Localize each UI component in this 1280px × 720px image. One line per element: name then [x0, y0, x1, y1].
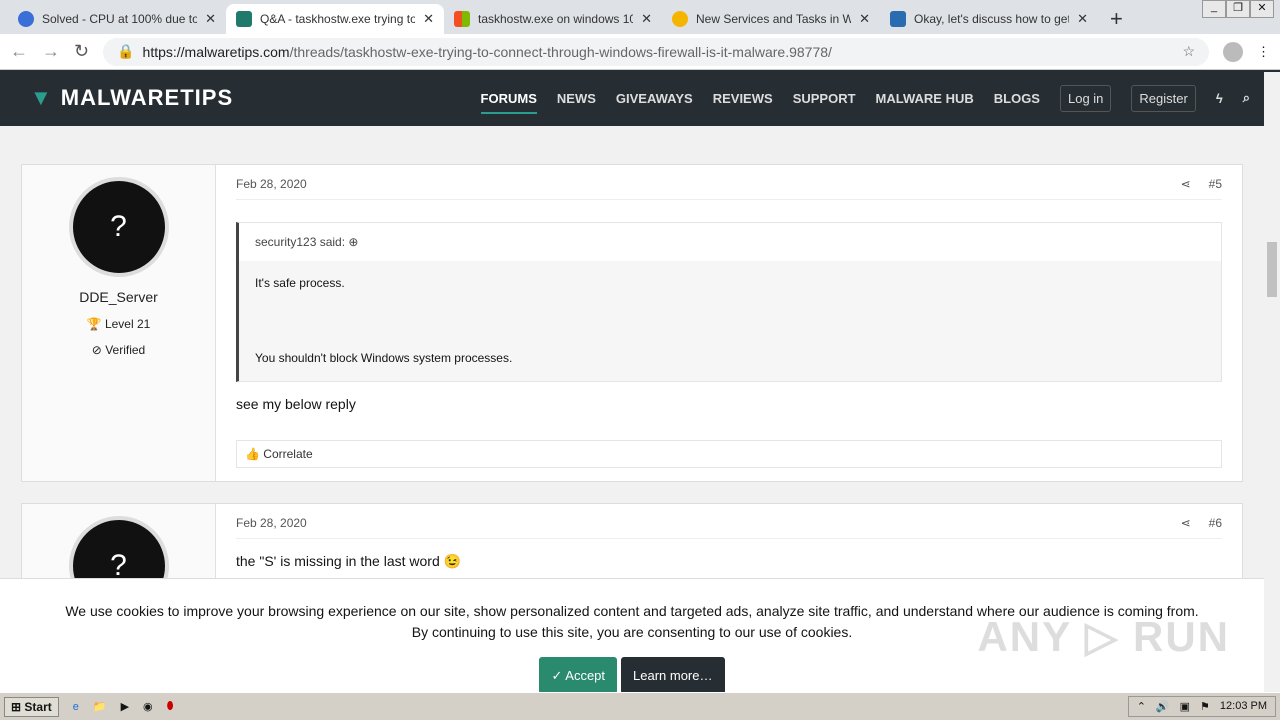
forward-icon[interactable]: →: [42, 41, 60, 62]
reaction-bar[interactable]: 👍 Correlate: [236, 439, 1222, 468]
back-icon[interactable]: ←: [10, 41, 28, 62]
share-icon[interactable]: ⋖: [1181, 516, 1191, 530]
star-icon[interactable]: ☆: [1182, 43, 1195, 60]
clock[interactable]: 12:03 PM: [1220, 700, 1267, 713]
taskbar: ⊞ Start e 📁 ▶ ◉ ⬮ ⌃ 🔊 ▣ ⚑ 12:03 PM: [0, 692, 1280, 720]
opera-icon[interactable]: ⬮: [167, 700, 174, 713]
close-icon[interactable]: ✕: [1077, 11, 1088, 27]
favicon-icon: [672, 11, 688, 27]
accept-button[interactable]: ✓ Accept: [539, 657, 618, 694]
quote-author[interactable]: security123 said:: [255, 235, 345, 249]
arrow-up-circle-icon[interactable]: ⊕: [348, 235, 358, 249]
check-circle-icon: ⊘: [91, 343, 102, 357]
minimize-button[interactable]: _: [1202, 0, 1226, 18]
favicon-icon: [890, 11, 906, 27]
nav-reviews[interactable]: REVIEWS: [713, 91, 773, 106]
post-date[interactable]: Feb 28, 2020: [236, 516, 307, 530]
flag-icon[interactable]: ⚑: [1200, 700, 1210, 713]
volume-icon[interactable]: 🔊: [1156, 700, 1170, 713]
site-logo[interactable]: ▼ MALWARETIPS: [30, 85, 233, 111]
share-icon[interactable]: ⋖: [1181, 177, 1191, 191]
chrome-icon[interactable]: ◉: [143, 700, 153, 713]
scrollbar-thumb[interactable]: [1267, 242, 1277, 297]
close-icon[interactable]: ✕: [859, 11, 870, 27]
ie-icon[interactable]: e: [73, 701, 79, 713]
new-tab-button[interactable]: +: [1098, 4, 1135, 34]
nav-giveaways[interactable]: GIVEAWAYS: [616, 91, 693, 106]
browser-tab-active[interactable]: Q&A - taskhostw.exe trying to c ✕: [226, 4, 444, 34]
browser-tab[interactable]: Okay, let's discuss how to get r ✕: [880, 4, 1098, 34]
nav-support[interactable]: SUPPORT: [793, 91, 856, 106]
tab-strip: Solved - CPU at 100% due to m ✕ Q&A - tas…: [0, 0, 1280, 34]
post-body: the "S' is missing in the last word 😉: [236, 553, 462, 569]
browser-tab[interactable]: New Services and Tasks in Win ✕: [662, 4, 880, 34]
close-icon[interactable]: ✕: [205, 11, 216, 27]
close-window-button[interactable]: ✕: [1250, 0, 1274, 18]
username[interactable]: DDE_Server: [22, 289, 215, 305]
watermark-logo: ANY ▷ RUN: [977, 613, 1230, 660]
close-icon[interactable]: ✕: [641, 11, 652, 27]
lock-icon: 🔒: [117, 43, 135, 59]
learn-more-button[interactable]: Learn more…: [621, 657, 725, 694]
browser-tab[interactable]: taskhostw.exe on windows 10 - ✕: [444, 4, 662, 34]
quote-block: security123 said: ⊕ It's safe process. Yo…: [236, 222, 1222, 382]
url-input[interactable]: 🔒 https://malwaretips.com/threads/taskhos…: [103, 37, 1209, 66]
close-icon[interactable]: ✕: [423, 11, 434, 27]
post-date[interactable]: Feb 28, 2020: [236, 177, 307, 191]
favicon-icon: [236, 11, 252, 27]
trophy-icon: 🏆: [86, 317, 102, 331]
address-bar-row: ← → ↻ 🔒 https://malwaretips.com/threads/t…: [0, 34, 1280, 70]
favicon-icon: [18, 11, 34, 27]
post-number[interactable]: #5: [1209, 177, 1222, 191]
windows-logo-icon: ⊞: [11, 699, 22, 714]
profile-icon[interactable]: [1223, 41, 1243, 62]
logo-icon: ▼: [30, 85, 53, 110]
avatar[interactable]: ?: [68, 177, 169, 277]
start-button[interactable]: ⊞ Start: [4, 696, 59, 717]
tray-arrow-icon[interactable]: ⌃: [1137, 700, 1146, 713]
post-body: see my below reply: [236, 395, 356, 412]
explorer-icon[interactable]: 📁: [93, 700, 107, 713]
nav-malware-hub[interactable]: MALWARE HUB: [876, 91, 974, 106]
browser-tab[interactable]: Solved - CPU at 100% due to m ✕: [8, 4, 226, 34]
reload-icon[interactable]: ↻: [74, 41, 89, 62]
user-level: 🏆 Level 21: [86, 317, 151, 331]
site-header: ▼ MALWARETIPS FORUMS NEWS GIVEAWAYS REVIE…: [0, 70, 1280, 126]
whats-new-icon[interactable]: ϟ: [1216, 91, 1223, 106]
scrollbar[interactable]: [1264, 72, 1280, 692]
nav-news[interactable]: NEWS: [557, 91, 596, 106]
nav-blogs[interactable]: BLOGS: [994, 91, 1040, 106]
nav-forums[interactable]: FORUMS: [480, 91, 537, 114]
restore-button[interactable]: ❐: [1226, 0, 1250, 18]
media-player-icon[interactable]: ▶: [121, 700, 129, 713]
network-icon[interactable]: ▣: [1180, 700, 1190, 713]
like-icon: 👍: [245, 446, 260, 461]
post: ? DDE_Server 🏆 Level 21 ⊘ Verified Feb 2…: [21, 164, 1243, 482]
search-icon[interactable]: ⌕: [1243, 90, 1250, 106]
menu-icon[interactable]: ⋮: [1257, 44, 1270, 60]
post-number[interactable]: #6: [1209, 516, 1222, 530]
login-button[interactable]: Log in: [1059, 84, 1112, 112]
favicon-icon: [454, 11, 470, 27]
register-button[interactable]: Register: [1131, 84, 1196, 112]
user-verified: ⊘ Verified: [91, 343, 146, 357]
